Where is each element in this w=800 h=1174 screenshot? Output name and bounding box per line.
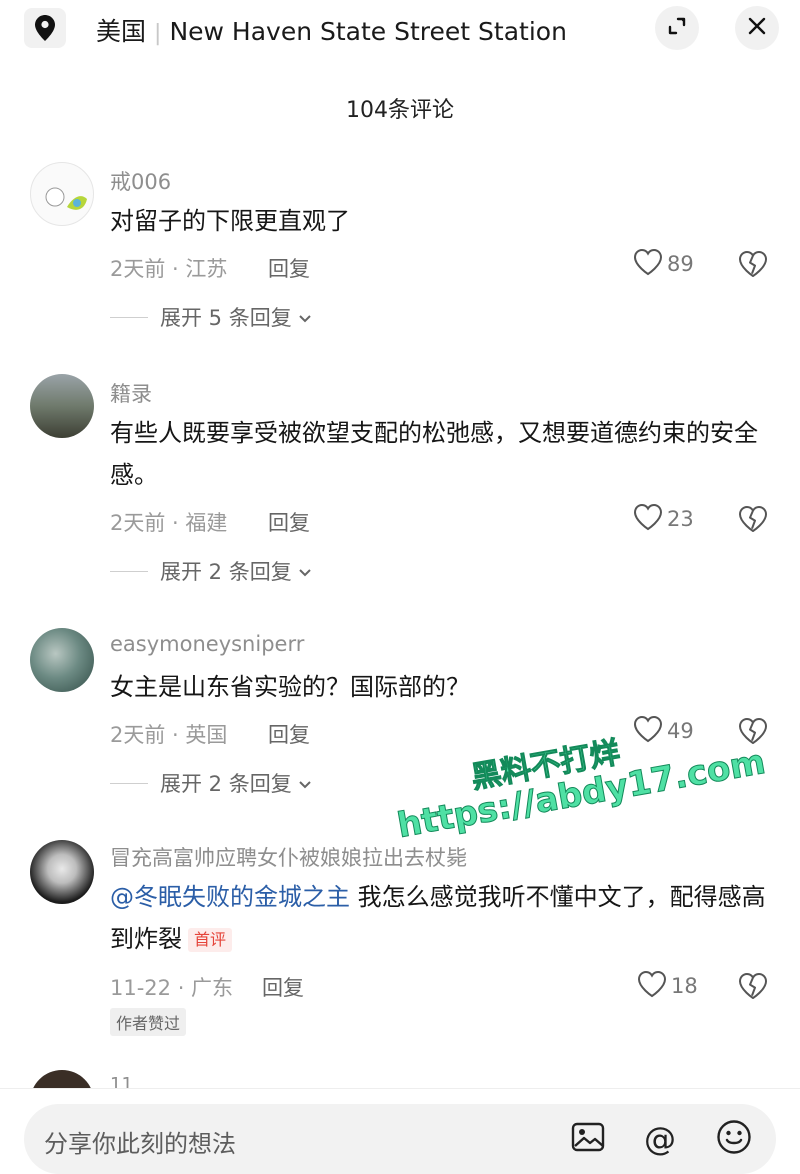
reply-button[interactable]: 回复 bbox=[268, 507, 310, 537]
like-count: 23 bbox=[667, 507, 694, 531]
reply-button[interactable]: 回复 bbox=[262, 972, 304, 1002]
collapse-icon bbox=[667, 16, 687, 40]
comment-username[interactable]: 籍录 bbox=[110, 378, 152, 408]
mention-link[interactable]: @冬眠失败的金城之主 bbox=[110, 883, 350, 911]
avatar[interactable] bbox=[30, 628, 94, 692]
chevron-down-icon bbox=[298, 559, 312, 583]
broken-heart-icon bbox=[738, 506, 768, 537]
comment-item: 戒006 对留子的下限更直观了 2天前 · 江苏 回复 89 展开 5 条回复 bbox=[0, 160, 800, 340]
comment-time-region: 2天前 · 福建 bbox=[110, 511, 228, 535]
comment-item: 11 bbox=[0, 1070, 800, 1088]
reply-button[interactable]: 回复 bbox=[268, 253, 310, 283]
heart-icon bbox=[633, 503, 663, 535]
broken-heart-icon bbox=[738, 973, 768, 1004]
like-count: 49 bbox=[667, 719, 694, 743]
comment-text: @冬眠失败的金城之主 我怎么感觉我听不懂中文了，配得感高到炸裂 首评 bbox=[110, 876, 770, 960]
comment-time-region: 11-22 · 广东 bbox=[110, 976, 234, 1000]
expand-replies-label: 展开 5 条回复 bbox=[160, 306, 292, 330]
comment-text: 对留子的下限更直观了 bbox=[110, 207, 350, 235]
emoji-button[interactable] bbox=[716, 1119, 752, 1159]
comment-input-placeholder: 分享你此刻的想法 bbox=[44, 1130, 236, 1158]
comment-username[interactable]: 冒充高富帅应聘女仆被娘娘拉出去杖毙 bbox=[110, 842, 467, 872]
dislike-button[interactable] bbox=[738, 505, 768, 537]
broken-heart-icon bbox=[738, 251, 768, 282]
comment-item: 冒充高富帅应聘女仆被娘娘拉出去杖毙 @冬眠失败的金城之主 我怎么感觉我听不懂中文… bbox=[0, 838, 800, 1038]
at-icon: @ bbox=[644, 1120, 676, 1158]
expand-replies-button[interactable]: 展开 5 条回复 bbox=[110, 302, 312, 332]
top-bar: 美国 | New Haven State Street Station bbox=[0, 0, 800, 60]
like-button[interactable]: 89 bbox=[633, 248, 694, 280]
like-button[interactable]: 18 bbox=[637, 970, 698, 1002]
comment-input[interactable]: 分享你此刻的想法 @ bbox=[24, 1104, 776, 1174]
chevron-down-icon bbox=[298, 305, 312, 329]
image-icon bbox=[571, 1122, 605, 1156]
comment-username[interactable]: easymoneysniperr bbox=[110, 632, 304, 656]
comment-time-region: 2天前 · 英国 bbox=[110, 723, 228, 747]
heart-icon bbox=[637, 970, 667, 1002]
first-comment-badge: 首评 bbox=[188, 928, 233, 952]
heart-icon bbox=[633, 248, 663, 280]
dislike-button[interactable] bbox=[738, 250, 768, 282]
collapse-button[interactable] bbox=[655, 6, 699, 50]
comment-time-region: 2天前 · 江苏 bbox=[110, 257, 228, 281]
expand-replies-button[interactable]: 展开 2 条回复 bbox=[110, 768, 312, 798]
chevron-down-icon bbox=[298, 771, 312, 795]
like-button[interactable]: 49 bbox=[633, 715, 694, 747]
mention-button[interactable]: @ bbox=[642, 1121, 678, 1157]
like-count: 89 bbox=[667, 252, 694, 276]
like-button[interactable]: 23 bbox=[633, 503, 694, 535]
dislike-button[interactable] bbox=[738, 972, 768, 1004]
country-label: 美国 bbox=[96, 17, 147, 46]
comment-item: 籍录 有些人既要享受被欲望支配的松弛感，又想要道德约束的安全感。 2天前 · 福… bbox=[0, 370, 800, 590]
avatar[interactable] bbox=[30, 840, 94, 904]
comment-text: 有些人既要享受被欲望支配的松弛感，又想要道德约束的安全感。 bbox=[110, 419, 758, 489]
location-title[interactable]: 美国 | New Haven State Street Station bbox=[96, 12, 567, 48]
like-count: 18 bbox=[671, 974, 698, 998]
divider bbox=[0, 1088, 800, 1089]
close-button[interactable] bbox=[735, 6, 779, 50]
expand-replies-label: 展开 2 条回复 bbox=[160, 772, 292, 796]
expand-replies-label: 展开 2 条回复 bbox=[160, 560, 292, 584]
comment-username[interactable]: 11 bbox=[110, 1074, 133, 1088]
avatar[interactable] bbox=[30, 1070, 94, 1088]
expand-replies-button[interactable]: 展开 2 条回复 bbox=[110, 556, 312, 586]
image-button[interactable] bbox=[570, 1121, 606, 1157]
location-pin-icon[interactable] bbox=[24, 8, 66, 48]
avatar[interactable] bbox=[30, 374, 94, 438]
comment-count: 104条评论 bbox=[346, 98, 454, 123]
comment-username[interactable]: 戒006 bbox=[110, 166, 171, 196]
heart-icon bbox=[633, 715, 663, 747]
smiley-icon bbox=[716, 1119, 752, 1159]
comment-text: 女主是山东省实验的？国际部的？ bbox=[110, 673, 470, 701]
avatar[interactable] bbox=[30, 162, 94, 226]
location-label: New Haven State Street Station bbox=[169, 17, 567, 46]
reply-button[interactable]: 回复 bbox=[268, 719, 310, 749]
close-icon bbox=[747, 16, 767, 40]
author-liked-badge: 作者赞过 bbox=[110, 1008, 187, 1036]
